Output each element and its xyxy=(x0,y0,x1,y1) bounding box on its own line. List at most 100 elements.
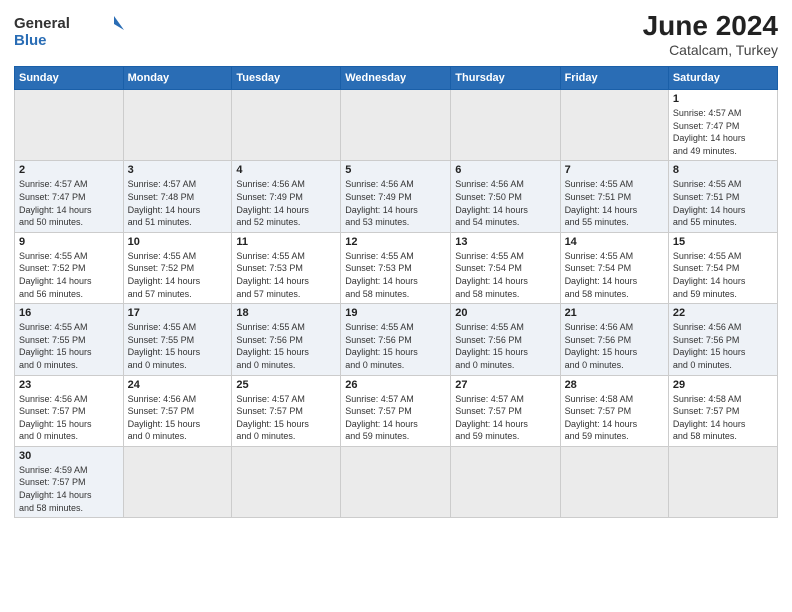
day-info: Sunrise: 4:55 AM Sunset: 7:55 PM Dayligh… xyxy=(19,321,119,371)
day-number: 17 xyxy=(128,307,228,319)
day-number: 16 xyxy=(19,307,119,319)
calendar-cell: 22Sunrise: 4:56 AM Sunset: 7:56 PM Dayli… xyxy=(668,304,777,375)
day-number: 5 xyxy=(345,164,446,176)
day-info: Sunrise: 4:55 AM Sunset: 7:55 PM Dayligh… xyxy=(128,321,228,371)
month-year: June 2024 xyxy=(643,10,778,42)
calendar-cell: 28 Sunrise: 4:58 AM Sunset: 7:57 PM Dayli… xyxy=(560,375,668,446)
day-info: Sunrise: 4:57 AM Sunset: 7:57 PM Dayligh… xyxy=(345,393,446,443)
day-number: 26 xyxy=(345,379,446,391)
day-info: Sunrise: 4:55 AM Sunset: 7:56 PM Dayligh… xyxy=(455,321,555,371)
calendar-cell xyxy=(232,90,341,161)
day-number: 4 xyxy=(236,164,336,176)
calendar-cell: 9 Sunrise: 4:55 AM Sunset: 7:52 PM Daylig… xyxy=(15,232,124,303)
calendar-cell: 4 Sunrise: 4:56 AM Sunset: 7:49 PM Daylig… xyxy=(232,161,341,232)
calendar-cell: 29 Sunrise: 4:58 AM Sunset: 7:57 PM Dayli… xyxy=(668,375,777,446)
day-info: Sunrise: 4:58 AM Sunset: 7:57 PM Dayligh… xyxy=(565,393,664,443)
day-number: 23 xyxy=(19,379,119,391)
day-number: 10 xyxy=(128,236,228,248)
day-number: 18 xyxy=(236,307,336,319)
weekday-header-thursday: Thursday xyxy=(451,67,560,90)
calendar-cell: 18 Sunrise: 4:55 AM Sunset: 7:56 PM Dayli… xyxy=(232,304,341,375)
page: General Blue June 2024 Catalcam, Turkey … xyxy=(0,0,792,612)
day-number: 9 xyxy=(19,236,119,248)
day-number: 29 xyxy=(673,379,773,391)
calendar-cell: 11Sunrise: 4:55 AM Sunset: 7:53 PM Dayli… xyxy=(232,232,341,303)
calendar-cell: 15Sunrise: 4:55 AM Sunset: 7:54 PM Dayli… xyxy=(668,232,777,303)
calendar-cell: 30 Sunrise: 4:59 AM Sunset: 7:57 PM Dayli… xyxy=(15,446,124,517)
calendar-cell: 16 Sunrise: 4:55 AM Sunset: 7:55 PM Dayli… xyxy=(15,304,124,375)
weekday-header-saturday: Saturday xyxy=(668,67,777,90)
day-info: Sunrise: 4:55 AM Sunset: 7:51 PM Dayligh… xyxy=(673,178,773,228)
weekday-header-sunday: Sunday xyxy=(15,67,124,90)
day-number: 30 xyxy=(19,450,119,462)
calendar-cell xyxy=(15,90,124,161)
day-number: 25 xyxy=(236,379,336,391)
day-number: 6 xyxy=(455,164,555,176)
day-info: Sunrise: 4:57 AM Sunset: 7:57 PM Dayligh… xyxy=(236,393,336,443)
calendar-cell xyxy=(123,90,232,161)
day-info: Sunrise: 4:55 AM Sunset: 7:52 PM Dayligh… xyxy=(128,250,228,300)
calendar-cell xyxy=(451,90,560,161)
day-info: Sunrise: 4:56 AM Sunset: 7:49 PM Dayligh… xyxy=(236,178,336,228)
calendar-cell xyxy=(341,446,451,517)
day-info: Sunrise: 4:56 AM Sunset: 7:57 PM Dayligh… xyxy=(128,393,228,443)
calendar-cell: 8 Sunrise: 4:55 AM Sunset: 7:51 PM Daylig… xyxy=(668,161,777,232)
calendar-cell: 12 Sunrise: 4:55 AM Sunset: 7:53 PM Dayli… xyxy=(341,232,451,303)
day-info: Sunrise: 4:57 AM Sunset: 7:47 PM Dayligh… xyxy=(19,178,119,228)
day-info: Sunrise: 4:55 AM Sunset: 7:54 PM Dayligh… xyxy=(455,250,555,300)
calendar-cell: 2Sunrise: 4:57 AM Sunset: 7:47 PM Daylig… xyxy=(15,161,124,232)
calendar-cell: 27 Sunrise: 4:57 AM Sunset: 7:57 PM Dayli… xyxy=(451,375,560,446)
day-number: 28 xyxy=(565,379,664,391)
day-info: Sunrise: 4:55 AM Sunset: 7:56 PM Dayligh… xyxy=(236,321,336,371)
day-info: Sunrise: 4:55 AM Sunset: 7:54 PM Dayligh… xyxy=(565,250,664,300)
calendar-cell xyxy=(451,446,560,517)
day-number: 13 xyxy=(455,236,555,248)
calendar-cell xyxy=(341,90,451,161)
day-number: 14 xyxy=(565,236,664,248)
day-number: 3 xyxy=(128,164,228,176)
calendar-cell: 14 Sunrise: 4:55 AM Sunset: 7:54 PM Dayli… xyxy=(560,232,668,303)
calendar-cell: 13 Sunrise: 4:55 AM Sunset: 7:54 PM Dayli… xyxy=(451,232,560,303)
day-info: Sunrise: 4:57 AM Sunset: 7:48 PM Dayligh… xyxy=(128,178,228,228)
calendar-cell: 6Sunrise: 4:56 AM Sunset: 7:50 PM Daylig… xyxy=(451,161,560,232)
header: General Blue June 2024 Catalcam, Turkey xyxy=(14,10,778,58)
weekday-header-friday: Friday xyxy=(560,67,668,90)
calendar-cell xyxy=(668,446,777,517)
calendar-cell xyxy=(232,446,341,517)
day-number: 7 xyxy=(565,164,664,176)
day-number: 19 xyxy=(345,307,446,319)
svg-text:General: General xyxy=(14,15,70,32)
calendar-cell: 17 Sunrise: 4:55 AM Sunset: 7:55 PM Dayli… xyxy=(123,304,232,375)
day-info: Sunrise: 4:57 AM Sunset: 7:57 PM Dayligh… xyxy=(455,393,555,443)
svg-text:Blue: Blue xyxy=(14,32,47,49)
calendar-cell: 3 Sunrise: 4:57 AM Sunset: 7:48 PM Daylig… xyxy=(123,161,232,232)
weekday-header-monday: Monday xyxy=(123,67,232,90)
day-info: Sunrise: 4:56 AM Sunset: 7:49 PM Dayligh… xyxy=(345,178,446,228)
day-info: Sunrise: 4:57 AM Sunset: 7:47 PM Dayligh… xyxy=(673,107,773,157)
calendar-cell: 25 Sunrise: 4:57 AM Sunset: 7:57 PM Dayli… xyxy=(232,375,341,446)
calendar-cell: 20 Sunrise: 4:55 AM Sunset: 7:56 PM Dayli… xyxy=(451,304,560,375)
calendar-cell: 10 Sunrise: 4:55 AM Sunset: 7:52 PM Dayli… xyxy=(123,232,232,303)
day-info: Sunrise: 4:59 AM Sunset: 7:57 PM Dayligh… xyxy=(19,464,119,514)
logo-svg: General Blue xyxy=(14,10,124,50)
calendar-cell: 1Sunrise: 4:57 AM Sunset: 7:47 PM Daylig… xyxy=(668,90,777,161)
day-info: Sunrise: 4:55 AM Sunset: 7:52 PM Dayligh… xyxy=(19,250,119,300)
day-number: 8 xyxy=(673,164,773,176)
day-number: 27 xyxy=(455,379,555,391)
calendar-cell: 23Sunrise: 4:56 AM Sunset: 7:57 PM Dayli… xyxy=(15,375,124,446)
calendar-cell xyxy=(560,446,668,517)
day-info: Sunrise: 4:55 AM Sunset: 7:53 PM Dayligh… xyxy=(345,250,446,300)
day-info: Sunrise: 4:56 AM Sunset: 7:56 PM Dayligh… xyxy=(673,321,773,371)
calendar-cell: 24Sunrise: 4:56 AM Sunset: 7:57 PM Dayli… xyxy=(123,375,232,446)
logo: General Blue xyxy=(14,10,124,50)
title-block: June 2024 Catalcam, Turkey xyxy=(643,10,778,58)
day-info: Sunrise: 4:55 AM Sunset: 7:53 PM Dayligh… xyxy=(236,250,336,300)
calendar-cell: 19Sunrise: 4:55 AM Sunset: 7:56 PM Dayli… xyxy=(341,304,451,375)
day-number: 20 xyxy=(455,307,555,319)
day-info: Sunrise: 4:58 AM Sunset: 7:57 PM Dayligh… xyxy=(673,393,773,443)
calendar: SundayMondayTuesdayWednesdayThursdayFrid… xyxy=(14,66,778,518)
calendar-cell: 26 Sunrise: 4:57 AM Sunset: 7:57 PM Dayli… xyxy=(341,375,451,446)
day-number: 12 xyxy=(345,236,446,248)
day-number: 21 xyxy=(565,307,664,319)
weekday-header-tuesday: Tuesday xyxy=(232,67,341,90)
